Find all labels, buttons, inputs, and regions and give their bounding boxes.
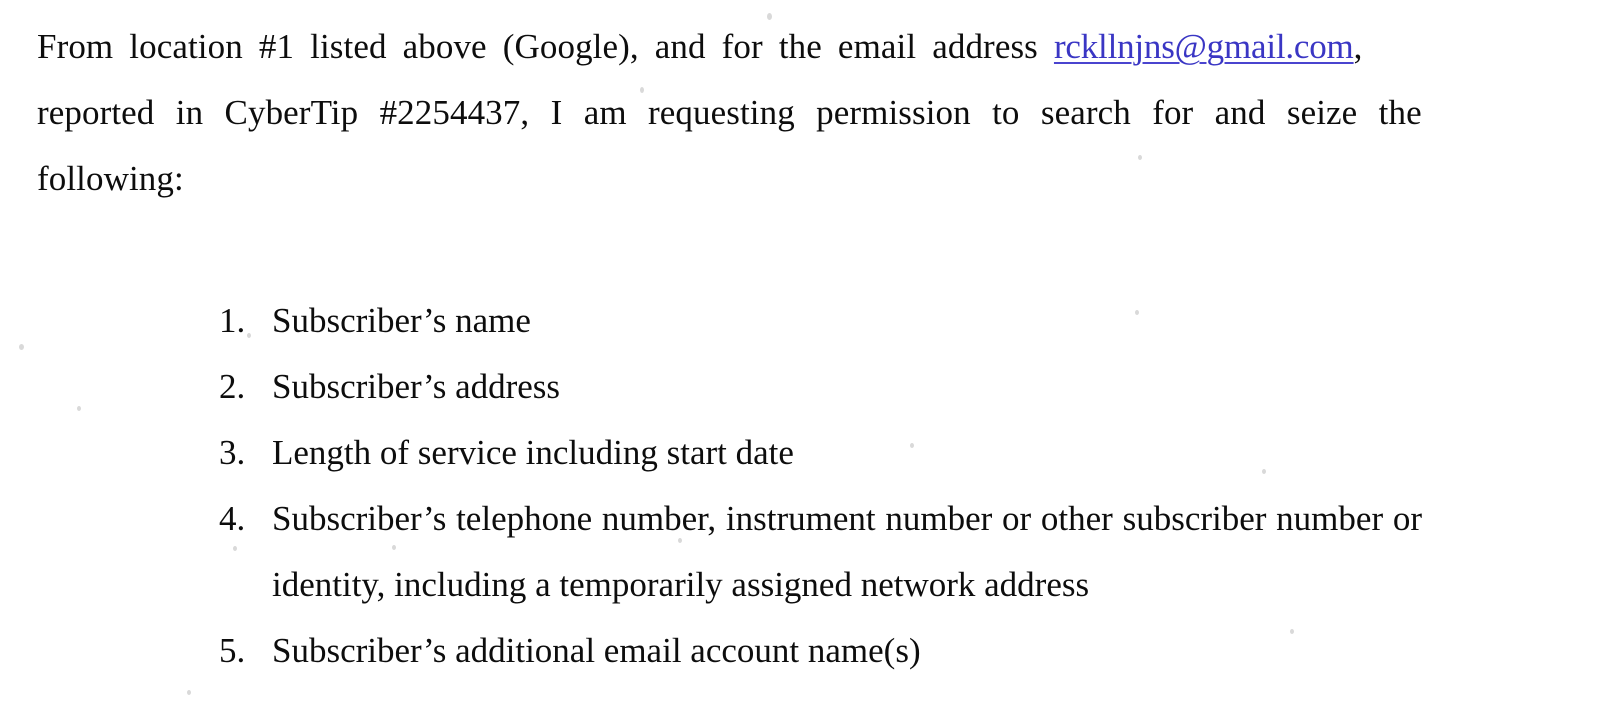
intro-line-2: reported in CyberTip #2254437, I am requ…	[37, 93, 1422, 132]
list-item-number: 2.	[219, 367, 246, 406]
list-item-line: Subscriber’s address	[272, 367, 561, 406]
intro-line-3: following:	[37, 159, 184, 198]
list-item-body: Subscriber’s telephone number, instrumen…	[272, 486, 1581, 618]
list-item-body: Length of service including start date	[272, 420, 1581, 486]
requested-items-list: 1. Subscriber’s name 2. Subscriber’s add…	[0, 288, 1621, 684]
list-item-number: 3.	[219, 433, 246, 472]
intro-line-1-trailing-comma: ,	[1353, 27, 1363, 66]
list-item-line: Subscriber’s telephone number, instrumen…	[272, 499, 1423, 538]
intro-paragraph: From location #1 listed above (Google), …	[37, 14, 1533, 212]
list-item: 5. Subscriber’s additional email account…	[0, 618, 1621, 684]
intro-line-1: From location #1 listed above (Google), …	[37, 14, 1533, 80]
scan-speckle	[187, 690, 191, 695]
list-item: 2. Subscriber’s address	[0, 354, 1621, 420]
list-item-body: Subscriber’s address	[272, 354, 1581, 420]
list-item-body: Subscriber’s additional email account na…	[272, 618, 1581, 684]
email-address-link[interactable]: rckllnjns@gmail.com	[1054, 27, 1354, 66]
document-page: From location #1 listed above (Google), …	[0, 0, 1621, 719]
list-item-line: Subscriber’s name	[272, 301, 531, 340]
list-item-line: identity, including a temporarily assign…	[272, 565, 1090, 604]
list-item-line: Length of service including start date	[272, 433, 794, 472]
list-item: 3. Length of service including start dat…	[0, 420, 1621, 486]
list-item-body: Subscriber’s name	[272, 288, 1581, 354]
list-item: 1. Subscriber’s name	[0, 288, 1621, 354]
intro-line-1-text: From location #1 listed above (Google), …	[37, 27, 1038, 66]
list-item-number: 5.	[219, 631, 246, 670]
list-item-number: 4.	[219, 499, 246, 538]
list-item: 4. Subscriber’s telephone number, instru…	[0, 486, 1621, 618]
list-item-line: Subscriber’s additional email account na…	[272, 631, 921, 670]
list-item-number: 1.	[219, 301, 246, 340]
